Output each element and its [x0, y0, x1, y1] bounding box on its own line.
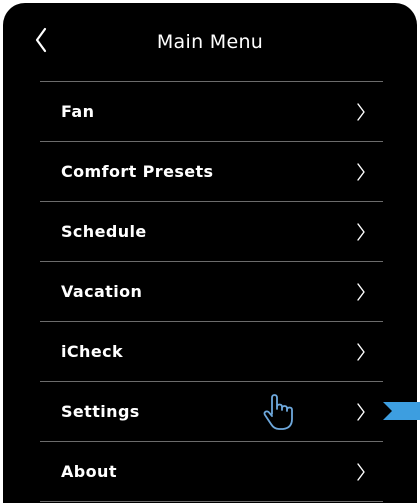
menu-item-vacation[interactable]: Vacation — [40, 262, 383, 322]
menu-item-label: Settings — [61, 402, 140, 421]
menu-list: Fan Comfort Presets Schedule Vacation iC… — [40, 81, 383, 502]
menu-item-label: Fan — [61, 102, 95, 121]
thermostat-screen: Main Menu Fan Comfort Presets Schedule V… — [3, 3, 417, 503]
menu-item-label: Vacation — [61, 282, 143, 301]
header: Main Menu — [3, 3, 417, 83]
menu-item-label: About — [61, 462, 117, 481]
page-title: Main Menu — [156, 31, 264, 53]
menu-item-settings[interactable]: Settings — [40, 382, 383, 442]
chevron-right-icon — [356, 162, 366, 182]
chevron-right-icon — [356, 102, 366, 122]
chevron-right-icon — [356, 222, 366, 242]
chevron-right-icon — [356, 282, 366, 302]
chevron-right-icon — [356, 402, 366, 422]
chevron-right-icon — [356, 462, 366, 482]
menu-item-label: Comfort Presets — [61, 162, 214, 181]
menu-item-icheck[interactable]: iCheck — [40, 322, 383, 382]
menu-item-label: Schedule — [61, 222, 147, 241]
menu-item-fan[interactable]: Fan — [40, 82, 383, 142]
menu-item-label: iCheck — [61, 342, 123, 361]
menu-item-schedule[interactable]: Schedule — [40, 202, 383, 262]
menu-item-comfort-presets[interactable]: Comfort Presets — [40, 142, 383, 202]
pointer-arrow-icon — [383, 402, 420, 420]
chevron-right-icon — [356, 342, 366, 362]
menu-item-about[interactable]: About — [40, 442, 383, 502]
